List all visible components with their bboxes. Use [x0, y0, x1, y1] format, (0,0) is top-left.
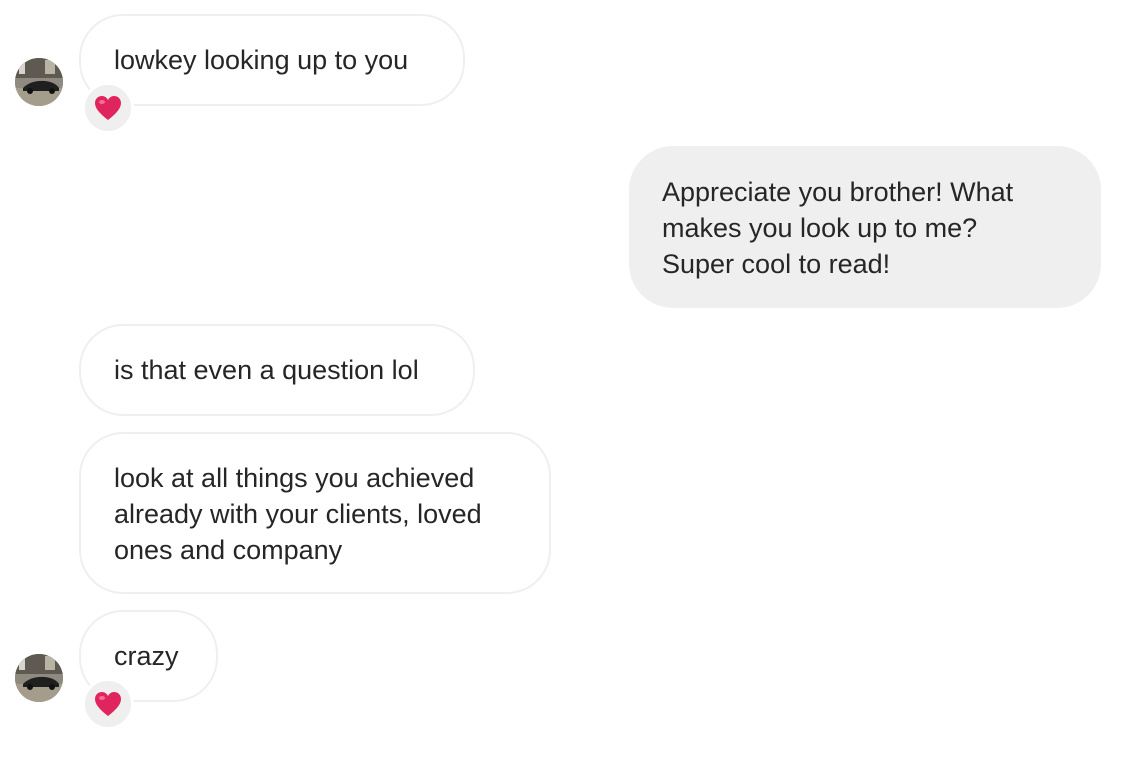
avatar[interactable] [15, 58, 63, 106]
avatar-photo-icon [15, 58, 63, 106]
heart-icon [95, 96, 121, 120]
avatar[interactable] [15, 654, 63, 702]
message-bubble-incoming[interactable]: is that even a question lol [79, 324, 475, 416]
reaction-badge[interactable] [82, 678, 134, 730]
reaction-badge[interactable] [82, 82, 134, 134]
message-bubble-outgoing[interactable]: Appreciate you brother! What makes you l… [629, 146, 1101, 308]
avatar-photo-icon [15, 654, 63, 702]
message-bubble-incoming[interactable]: lowkey looking up to you [79, 14, 465, 106]
message-bubble-incoming[interactable]: look at all things you achieved already … [79, 432, 551, 594]
heart-icon [95, 692, 121, 716]
